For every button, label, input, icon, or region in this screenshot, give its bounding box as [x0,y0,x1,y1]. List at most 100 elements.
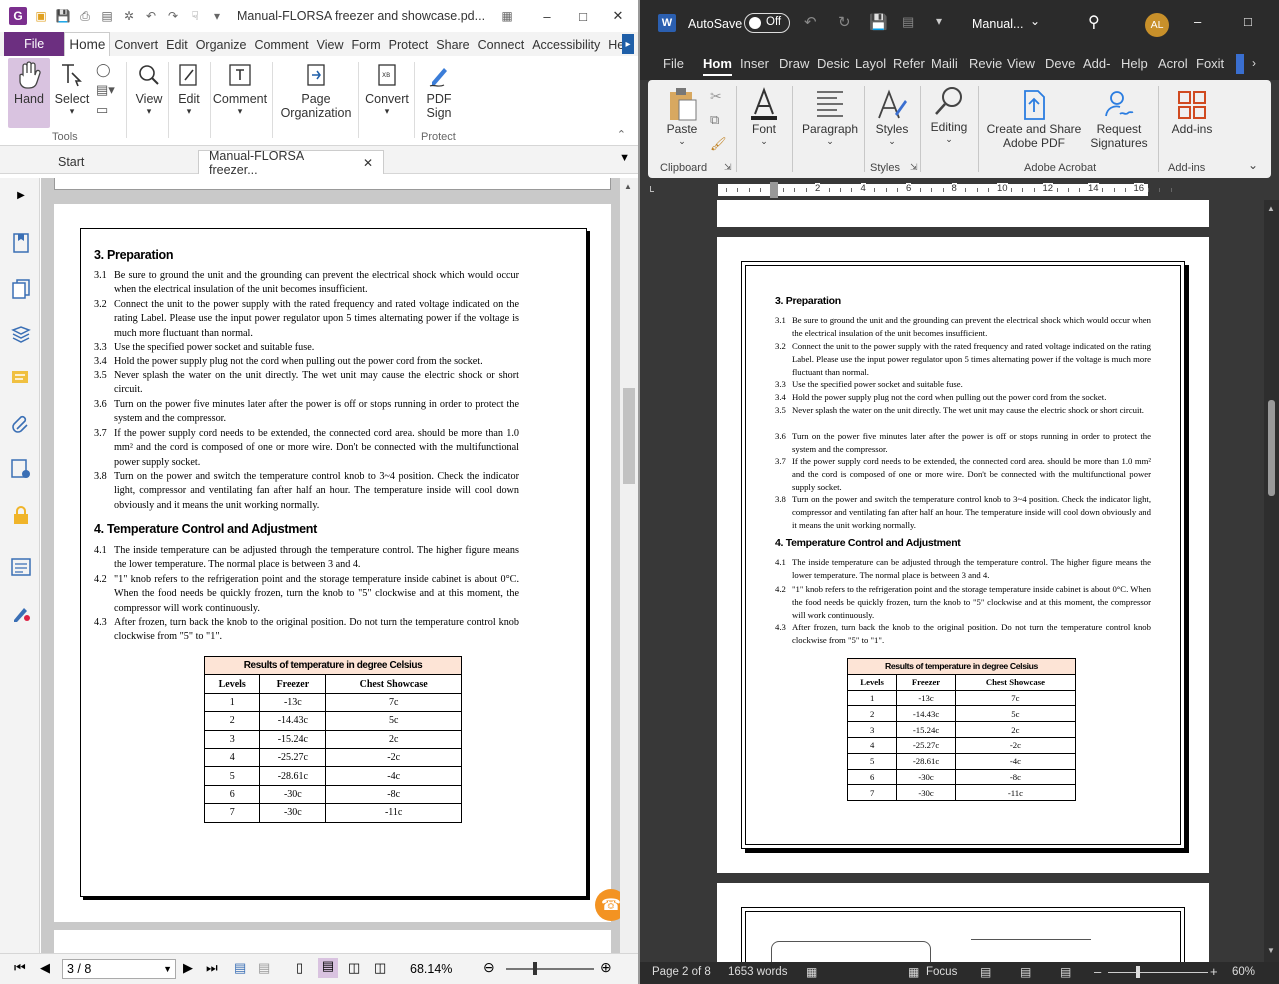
tab-help[interactable]: Help [1121,56,1148,71]
first-page-icon[interactable]: ⏮ [14,960,26,976]
menu-home[interactable]: Home [64,32,111,56]
format-painter-icon[interactable]: 🖌 [710,136,727,152]
zoom-page-icon[interactable]: ▭ [96,100,115,120]
proofing-icon[interactable]: ▦ [806,965,817,979]
lock-icon[interactable] [10,504,32,526]
undo-icon[interactable]: ↶ [804,13,817,31]
zoom-in-icon[interactable]: ⊕ [600,959,612,976]
export-icon[interactable]: ▤ [234,960,246,976]
collapse-ribbon-icon[interactable]: ⌃ [617,128,626,141]
maximize-button[interactable]: □ [566,0,600,32]
scroll-thumb[interactable] [623,388,635,484]
pdf-viewer-area[interactable]: 3. Preparation 3.1 Be sure to ground the u… [41,178,620,953]
customize-qat-icon[interactable]: ▾ [936,14,942,28]
print-icon[interactable]: ⎙ [77,8,93,24]
styles-button[interactable]: Styles ⌄ [870,86,914,147]
create-share-pdf-button[interactable]: Create and Share Adobe PDF [984,88,1084,150]
tab-references[interactable]: Refer [893,56,925,71]
tab-view[interactable]: View [1007,56,1035,71]
menu-view[interactable]: View [313,34,348,56]
menu-scroll-right-icon[interactable]: ▸ [622,34,634,54]
menu-convert[interactable]: Convert [110,34,162,56]
tab-file[interactable]: File [663,56,684,71]
add-ins-button[interactable]: Add-ins [1164,88,1220,136]
facing-page-icon[interactable]: ◫ [348,960,360,976]
save-icon[interactable]: 💾 [55,8,71,24]
page-count[interactable]: Page 2 of 8 [652,966,711,978]
tab-developer[interactable]: Deve [1045,56,1075,71]
tab-review[interactable]: Revie [969,56,1002,71]
tab-insert[interactable]: Inser [740,56,769,71]
tab-foxit[interactable]: Foxit [1196,56,1224,71]
pages-icon[interactable] [10,278,32,300]
close-button[interactable]: ✕ [601,0,635,32]
scan-icon[interactable]: ▤ [99,8,115,24]
page-number-field[interactable]: 3 / 8 ▼ [62,959,176,979]
signature-panel-icon[interactable] [10,458,32,480]
tab-mailings[interactable]: Maili [931,56,958,71]
avatar[interactable]: AL [1145,13,1169,37]
convert-button[interactable]: XB Convert ▾ [364,58,410,117]
tab-home[interactable]: Hom [703,56,732,76]
tab-list-chevron-icon[interactable]: ▼ [619,152,630,164]
customize-chevron-icon[interactable]: ▾ [209,8,225,24]
ribbon-display-options-icon[interactable]: ⌄ [1248,158,1258,172]
save-icon[interactable]: 💾 [869,13,888,31]
menu-comment[interactable]: Comment [250,34,312,56]
tabs-scroll-right-icon[interactable]: › [1252,56,1256,70]
indent-marker[interactable] [770,182,778,198]
next-page-icon[interactable]: ▶ [183,960,193,976]
word-count[interactable]: 1653 words [728,966,787,978]
select-tool-button[interactable]: Select ▾ [54,58,90,117]
minimize-button[interactable]: – [530,0,564,32]
zoom-slider[interactable] [506,962,594,975]
request-signatures-button[interactable]: Request Signatures [1084,88,1154,150]
tab-add-ins[interactable]: Add- [1083,56,1110,71]
clipboard-icon[interactable]: ▤▾ [96,80,115,100]
tab-layout[interactable]: Layol [855,56,886,71]
form-fields-icon[interactable] [10,556,32,578]
print-layout-icon[interactable]: ▤ [1020,965,1031,979]
doc-name-chevron-icon[interactable]: ⌄ [1030,14,1040,28]
menu-edit[interactable]: Edit [162,34,192,56]
minimize-button[interactable]: – [1194,14,1201,29]
cut-icon[interactable]: ✂ [710,88,722,105]
split-icon[interactable]: ▤ [258,960,270,976]
zoom-in-icon[interactable]: + [1210,964,1218,979]
menu-protect[interactable]: Protect [385,34,433,56]
zoom-out-icon[interactable]: – [1094,964,1101,979]
word-vertical-scrollbar[interactable]: ▲ ▼ [1264,200,1279,962]
tab-start[interactable]: Start [48,150,198,174]
edit-button[interactable]: Edit ▾ [172,58,206,117]
maximize-button[interactable]: □ [1244,14,1252,29]
scroll-up-icon[interactable]: ▲ [624,182,632,191]
menu-accessibility[interactable]: Accessibility [528,34,604,56]
autosave-toggle[interactable]: Off [744,13,790,33]
clipboard-launcher-icon[interactable]: ⇲ [724,162,732,173]
zoom-slider[interactable] [1108,966,1208,978]
read-mode-icon[interactable]: ▤ [980,965,991,979]
menu-organize[interactable]: Organize [192,34,251,56]
page-organization-button[interactable]: Page Organization [278,58,354,120]
open-folder-icon[interactable]: ▣ [33,8,49,24]
web-layout-icon[interactable]: ▤ [1060,965,1071,979]
scroll-thumb[interactable] [1268,400,1275,496]
comment-button[interactable]: Comment ▾ [212,58,268,117]
paragraph-button[interactable]: Paragraph ⌄ [798,86,862,147]
attachment-icon[interactable] [10,414,32,436]
expand-panel-icon[interactable]: ▶ [10,184,32,206]
last-page-icon[interactable]: ⏭ [206,960,218,976]
pdf-sign-button[interactable]: PDF Sign [418,58,460,120]
tab-design[interactable]: Desic [817,56,850,71]
bookmark-icon[interactable] [10,232,32,254]
single-page-icon[interactable]: ▯ [296,960,303,976]
undo-icon[interactable]: ↶ [143,8,159,24]
search-icon[interactable]: ⚲ [1088,12,1100,32]
comments-panel-icon[interactable] [10,368,32,390]
layout-icon[interactable]: ▦ [499,8,515,24]
menu-connect[interactable]: Connect [474,34,529,56]
touch-mode-icon[interactable]: ▤ [902,14,914,30]
pdf-vertical-scrollbar[interactable]: ▲ [620,178,638,953]
new-icon[interactable]: ✲ [121,8,137,24]
close-tab-icon[interactable]: ✕ [363,156,373,170]
